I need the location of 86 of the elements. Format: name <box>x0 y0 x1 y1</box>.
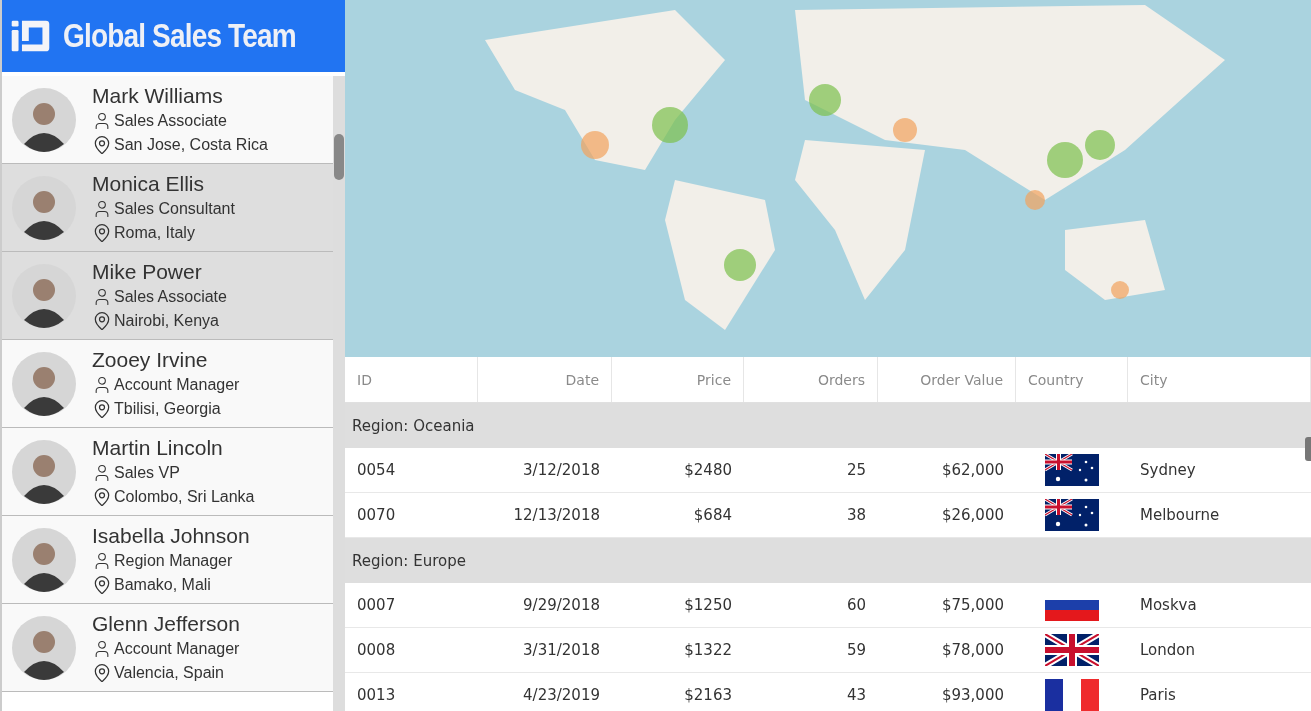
avatar-icon <box>12 439 76 504</box>
table-cell-text: 38 <box>845 505 867 526</box>
person-location: Nairobi, Kenya <box>114 310 219 331</box>
avatar-icon <box>12 615 76 680</box>
table-cell-text: $62,000 <box>940 460 1005 481</box>
table-cell-text: 0013 <box>356 685 397 706</box>
table-cell-text: Moskva <box>1139 595 1198 616</box>
table-cell-text: 12/13/2018 <box>512 505 601 526</box>
app-title: Global Sales Team <box>63 17 296 55</box>
location-pin-icon <box>92 222 112 243</box>
france-flag-icon <box>1045 679 1099 711</box>
table-cell-text: $1250 <box>683 595 733 616</box>
avatar-icon <box>12 527 76 592</box>
table-cell-text: 0054 <box>356 460 397 481</box>
person-name: Mike Power <box>92 259 203 284</box>
column-header[interactable]: Order Value <box>878 357 1016 402</box>
person-name: Isabella Johnson <box>92 523 250 548</box>
person-role: Account Manager <box>114 638 240 659</box>
column-header[interactable]: City <box>1128 357 1311 402</box>
avatar-icon <box>12 87 76 152</box>
person-location: Tbilisi, Georgia <box>114 398 221 419</box>
table-cell-text: Paris <box>1139 685 1177 706</box>
table-cell-text: $2163 <box>683 685 733 706</box>
person-list-item[interactable]: Glenn Jefferson Account Manager Valencia, Spain <box>2 604 333 692</box>
person-role: Sales Consultant <box>114 198 235 219</box>
australia-flag-icon <box>1045 499 1099 531</box>
person-location: Roma, Italy <box>114 222 195 243</box>
scrollbar-thumb[interactable] <box>334 134 344 180</box>
person-list-item[interactable]: Mark Williams Sales Associate San Jose, Costa Rica <box>2 76 333 164</box>
avatar-icon <box>12 263 76 328</box>
scrollbar-thumb[interactable] <box>1305 437 1311 461</box>
location-pin-icon <box>92 310 112 331</box>
table-cell-text: 60 <box>845 595 867 616</box>
person-location: Bamako, Mali <box>114 574 211 595</box>
person-role: Sales Associate <box>114 286 227 307</box>
table-cell-text: $93,000 <box>940 685 1005 706</box>
table-cell-text: $75,000 <box>940 595 1005 616</box>
location-pin-icon <box>92 662 112 683</box>
table-cell-text: Melbourne <box>1139 505 1221 526</box>
person-list-item[interactable]: Martin Lincoln Sales VP Colombo, Sri Lanka <box>2 428 333 516</box>
table-cell-text: 0070 <box>356 505 397 526</box>
avatar-icon <box>12 175 76 240</box>
table-cell-text: $2480 <box>683 460 733 481</box>
group-label: Region: Europe <box>352 551 466 570</box>
table-cell-text: 25 <box>845 460 867 481</box>
person-role: Account Manager <box>114 374 240 395</box>
table-cell-text: $684 <box>692 505 733 526</box>
column-header[interactable]: Country <box>1016 357 1128 402</box>
table-cell-text: 4/23/2019 <box>522 685 601 706</box>
australia-flag-icon <box>1045 454 1099 486</box>
location-pin-icon <box>92 398 112 419</box>
person-name: Zooey Irvine <box>92 347 209 372</box>
table-cell-text: 0007 <box>356 595 397 616</box>
person-location: San Jose, Costa Rica <box>114 134 268 155</box>
group-label: Region: Oceania <box>352 416 475 435</box>
table-cell-text: 3/12/2018 <box>522 460 601 481</box>
person-name: Mark Williams <box>92 83 224 108</box>
table-cell-text: 59 <box>845 640 867 661</box>
person-role: Sales Associate <box>114 110 227 131</box>
table-cell-text: 0008 <box>356 640 397 661</box>
person-name: Martin Lincoln <box>92 435 224 460</box>
table-cell-text: $26,000 <box>940 505 1005 526</box>
avatar-icon <box>12 351 76 416</box>
column-header[interactable]: Price <box>612 357 744 402</box>
location-pin-icon <box>92 574 112 595</box>
person-list-item[interactable]: Mike Power Sales Associate Nairobi, Kenya <box>2 252 333 340</box>
person-location: Colombo, Sri Lanka <box>114 486 255 507</box>
table-cell-text: Sydney <box>1139 460 1197 481</box>
person-role: Sales VP <box>114 462 180 483</box>
person-name: Monica Ellis <box>92 171 206 196</box>
table-cell-text: 9/29/2018 <box>522 595 601 616</box>
table-cell-text: 3/31/2018 <box>522 640 601 661</box>
person-role: Region Manager <box>114 550 233 571</box>
table-cell-text: London <box>1139 640 1196 661</box>
person-list-item[interactable]: Zooey Irvine Account Manager Tbilisi, Georgia <box>2 340 333 428</box>
column-header[interactable]: Orders <box>744 357 878 402</box>
location-pin-icon <box>92 134 112 155</box>
person-location: Valencia, Spain <box>114 662 224 683</box>
person-list-item[interactable]: Isabella Johnson Region Manager Bamako, Mali <box>2 516 333 604</box>
person-name: Glenn Jefferson <box>92 611 240 636</box>
person-list-item[interactable]: Monica Ellis Sales Consultant Roma, Italy <box>2 164 333 252</box>
location-pin-icon <box>92 486 112 507</box>
table-cell-text: 43 <box>845 685 867 706</box>
united-kingdom-flag-icon <box>1045 634 1099 666</box>
table-cell-text: $78,000 <box>940 640 1005 661</box>
table-cell-text: $1322 <box>683 640 733 661</box>
